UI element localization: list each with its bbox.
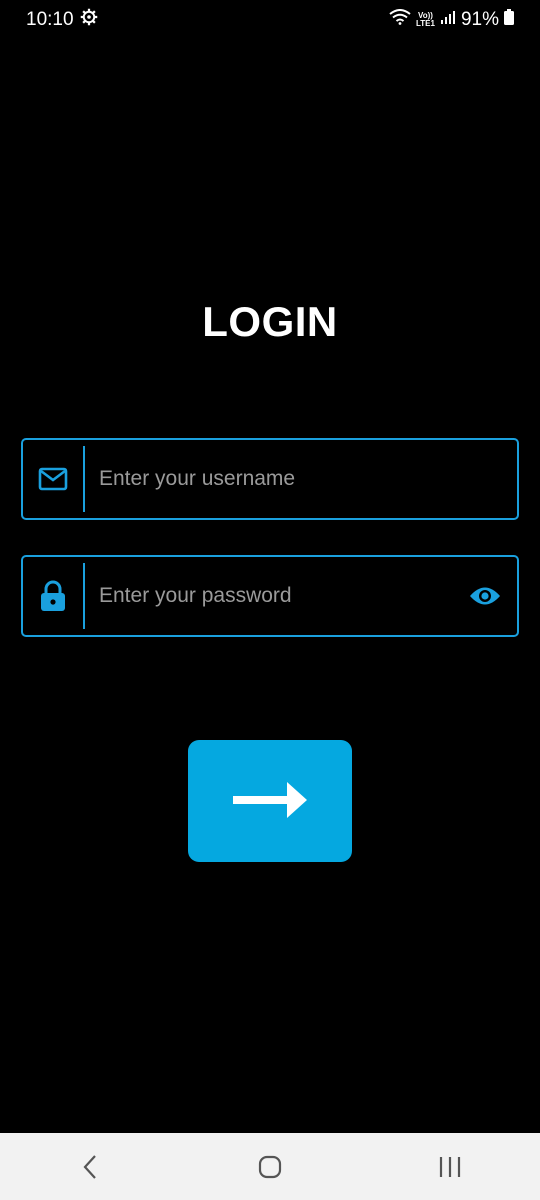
status-bar: 10:10 Vo)) LTE1 91%: [0, 0, 540, 40]
password-field[interactable]: [21, 555, 519, 637]
username-field[interactable]: [21, 438, 519, 520]
battery-icon: [504, 9, 514, 31]
lock-icon: [23, 557, 83, 635]
status-right: Vo)) LTE1 91%: [389, 9, 514, 31]
login-submit-button[interactable]: [188, 740, 352, 862]
back-icon[interactable]: [60, 1137, 120, 1197]
system-nav-bar: [0, 1133, 540, 1200]
username-input[interactable]: [85, 440, 517, 518]
status-time: 10:10: [26, 9, 74, 30]
page-title: LOGIN: [202, 298, 338, 345]
volte-label: Vo)) LTE1: [416, 12, 435, 28]
volte-bottom: LTE1: [416, 19, 435, 28]
wifi-icon: [389, 9, 411, 31]
eye-icon[interactable]: [453, 557, 517, 635]
status-left: 10:10: [26, 8, 98, 32]
password-input[interactable]: [85, 557, 453, 635]
battery-percentage: 91%: [460, 9, 499, 30]
recents-icon[interactable]: [420, 1137, 480, 1197]
signal-icon: [440, 9, 456, 31]
settings-gear-icon: [80, 8, 98, 32]
arrow-right-icon: [233, 780, 307, 823]
login-screen: 10:10 Vo)) LTE1 91% LOGIN Enter your use…: [0, 0, 540, 1200]
home-icon[interactable]: [240, 1137, 300, 1197]
mail-icon: [23, 440, 83, 518]
